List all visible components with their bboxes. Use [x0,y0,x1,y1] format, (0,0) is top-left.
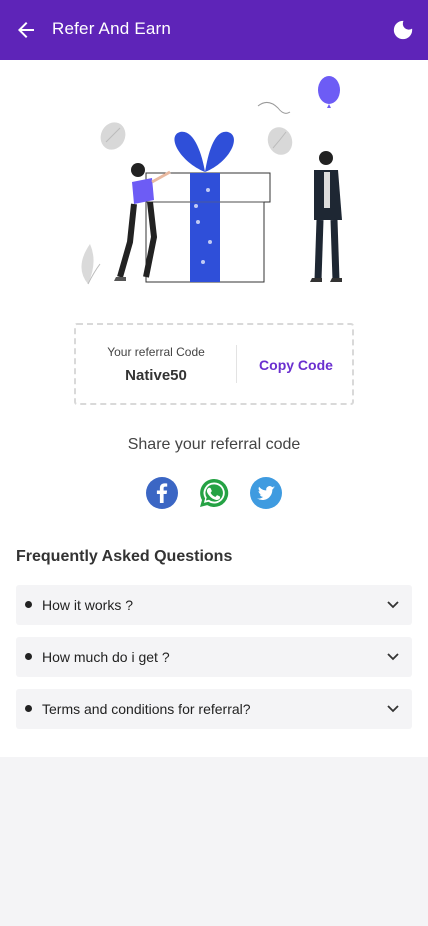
chevron-down-icon [387,705,399,713]
bullet-icon [25,601,32,608]
bullet-icon [25,705,32,712]
gift-illustration [81,76,342,285]
referral-code-label: Your referral Code [107,345,205,359]
copy-code-button[interactable]: Copy Code [246,357,346,373]
referral-code-card: Your referral Code Native50 Copy Code [74,323,354,405]
faq-title: Frequently Asked Questions [16,548,233,565]
back-arrow-icon[interactable] [14,18,38,42]
share-title: Share your referral code [127,436,301,453]
refer-content: Your referral Code Native50 Copy Code Sh… [0,60,428,757]
faq-item-terms[interactable]: Terms and conditions for referral? [16,689,412,729]
referral-code-value: Native50 [125,367,187,384]
bullet-icon [25,653,32,660]
faq-item-how-much[interactable]: How much do i get ? [16,637,412,677]
divider [236,345,237,383]
app-bar: Refer And Earn [0,0,428,60]
faq-question: How much do i get ? [42,649,170,665]
chevron-down-icon [387,653,399,661]
twitter-icon[interactable] [250,477,282,509]
facebook-icon[interactable] [146,477,178,509]
faq-question: Terms and conditions for referral? [42,701,251,717]
faq-item-how-it-works[interactable]: How it works ? [16,585,412,625]
dark-mode-moon-icon[interactable] [392,19,414,41]
faq-question: How it works ? [42,597,134,613]
chevron-down-icon [387,601,399,609]
whatsapp-icon[interactable] [198,477,230,509]
page-title: Refer And Earn [52,19,172,38]
